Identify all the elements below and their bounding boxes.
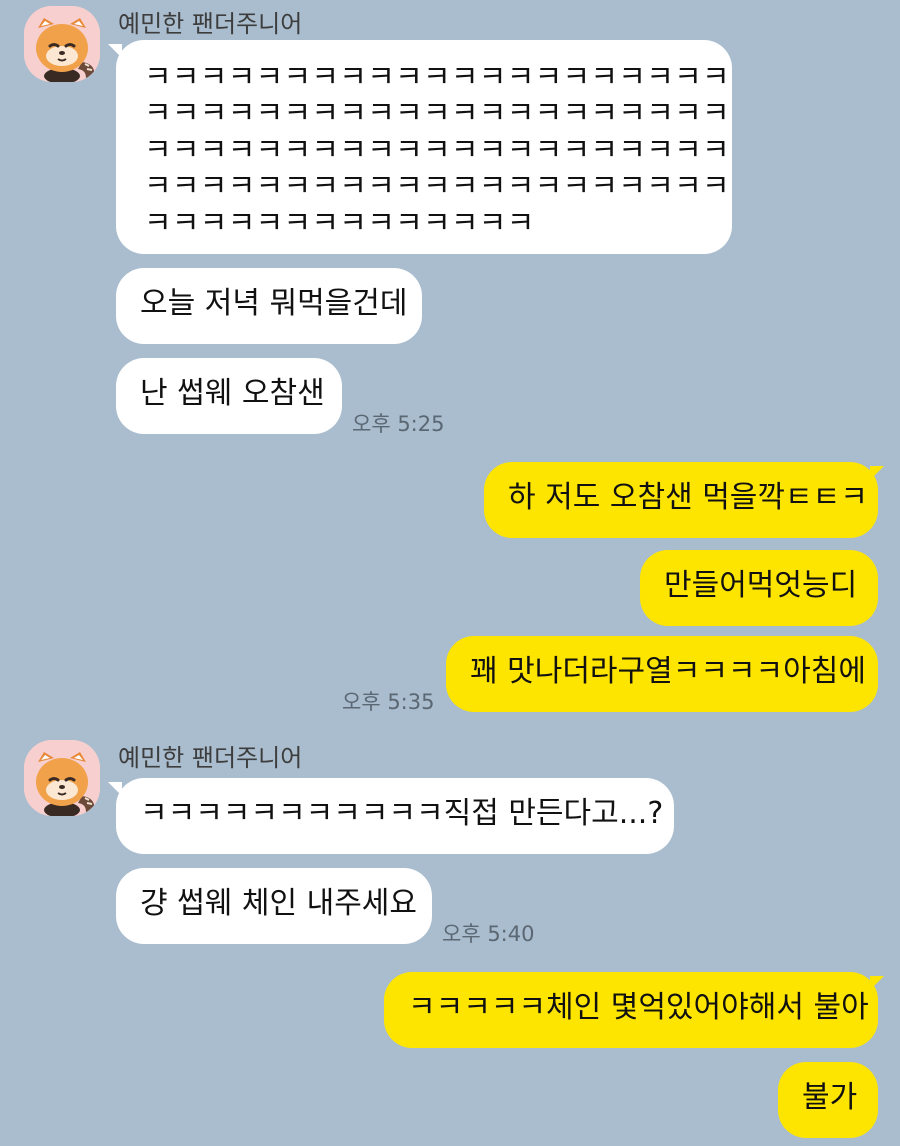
message-line: ㅋㅋㅋㅋㅋㅋㅋㅋㅋㅋㅋㅋㅋㅋㅋㅋㅋㅋㅋㅋㅋ xyxy=(144,96,730,132)
sender-name: 예민한 팬더주니어 xyxy=(118,744,303,772)
red-panda-icon xyxy=(24,740,100,816)
message-bubble[interactable]: 하 저도 오참샌 먹을깍ㅌㅌㅋ xyxy=(484,462,878,538)
message-bubble[interactable]: 난 썹웨 오참샌 xyxy=(116,358,342,434)
message-bubble[interactable]: 오늘 저녁 뭐먹을건데 xyxy=(116,268,422,344)
message-bubble[interactable]: 걍 썹웨 체인 내주세요 xyxy=(116,868,432,944)
message-line: ㅋㅋㅋㅋㅋㅋㅋㅋㅋㅋㅋㅋㅋㅋㅋㅋㅋㅋㅋㅋㅋ xyxy=(144,169,730,205)
message-text: 오늘 저녁 뭐먹을건데 xyxy=(140,286,408,321)
message-bubble[interactable]: 만들어먹엇능디 xyxy=(640,550,878,626)
avatar[interactable] xyxy=(24,6,100,82)
message-text: 꽤 맛나더라구열ㅋㅋㅋㅋ아침에 xyxy=(470,654,866,689)
message-bubble[interactable]: ㅋㅋㅋㅋㅋ체인 몇억있어야해서 불아 xyxy=(384,972,878,1048)
red-panda-icon xyxy=(24,6,100,82)
message-text: ㅋㅋㅋㅋㅋㅋㅋㅋㅋㅋㅋ직접 만든다고...? xyxy=(140,796,664,831)
message-line: ㅋㅋㅋㅋㅋㅋㅋㅋㅋㅋㅋㅋㅋㅋㅋㅋㅋㅋㅋㅋㅋ xyxy=(144,60,730,95)
message-text: 하 저도 오참샌 먹을깍ㅌㅌㅋ xyxy=(508,480,868,515)
sender-name: 예민한 팬더주니어 xyxy=(118,10,303,38)
message-text: 불가 xyxy=(802,1080,858,1115)
message-bubble[interactable]: ㅋㅋㅋㅋㅋㅋㅋㅋㅋㅋㅋ직접 만든다고...? xyxy=(116,778,674,854)
timestamp: 오후 5:40 xyxy=(442,922,535,946)
avatar[interactable] xyxy=(24,740,100,816)
message-bubble[interactable]: 꽤 맛나더라구열ㅋㅋㅋㅋ아침에 xyxy=(446,636,878,712)
timestamp: 오후 5:25 xyxy=(352,412,445,436)
message-text: ㅋㅋㅋㅋㅋ체인 몇억있어야해서 불아 xyxy=(408,990,869,1025)
message-bubble[interactable]: 불가 xyxy=(778,1062,878,1138)
timestamp: 오후 5:35 xyxy=(342,690,435,714)
message-text: 난 썹웨 오참샌 xyxy=(140,376,325,411)
message-bubble[interactable]: ㅋㅋㅋㅋㅋㅋㅋㅋㅋㅋㅋㅋㅋㅋㅋㅋㅋㅋㅋㅋㅋ ㅋㅋㅋㅋㅋㅋㅋㅋㅋㅋㅋㅋㅋㅋㅋㅋㅋㅋ… xyxy=(116,40,732,254)
message-line: ㅋㅋㅋㅋㅋㅋㅋㅋㅋㅋㅋㅋㅋㅋㅋㅋㅋㅋㅋㅋㅋ xyxy=(144,132,730,168)
chat-area[interactable]: 예민한 팬더주니어 ㅋㅋㅋㅋㅋㅋㅋㅋㅋㅋㅋㅋㅋㅋㅋㅋㅋㅋㅋㅋㅋ ㅋㅋㅋㅋㅋㅋㅋㅋ… xyxy=(0,0,900,1146)
message-text: 걍 썹웨 체인 내주세요 xyxy=(140,886,418,921)
message-text: 만들어먹엇능디 xyxy=(664,568,858,603)
message-line: ㅋㅋㅋㅋㅋㅋㅋㅋㅋㅋㅋㅋㅋㅋ xyxy=(144,205,535,241)
